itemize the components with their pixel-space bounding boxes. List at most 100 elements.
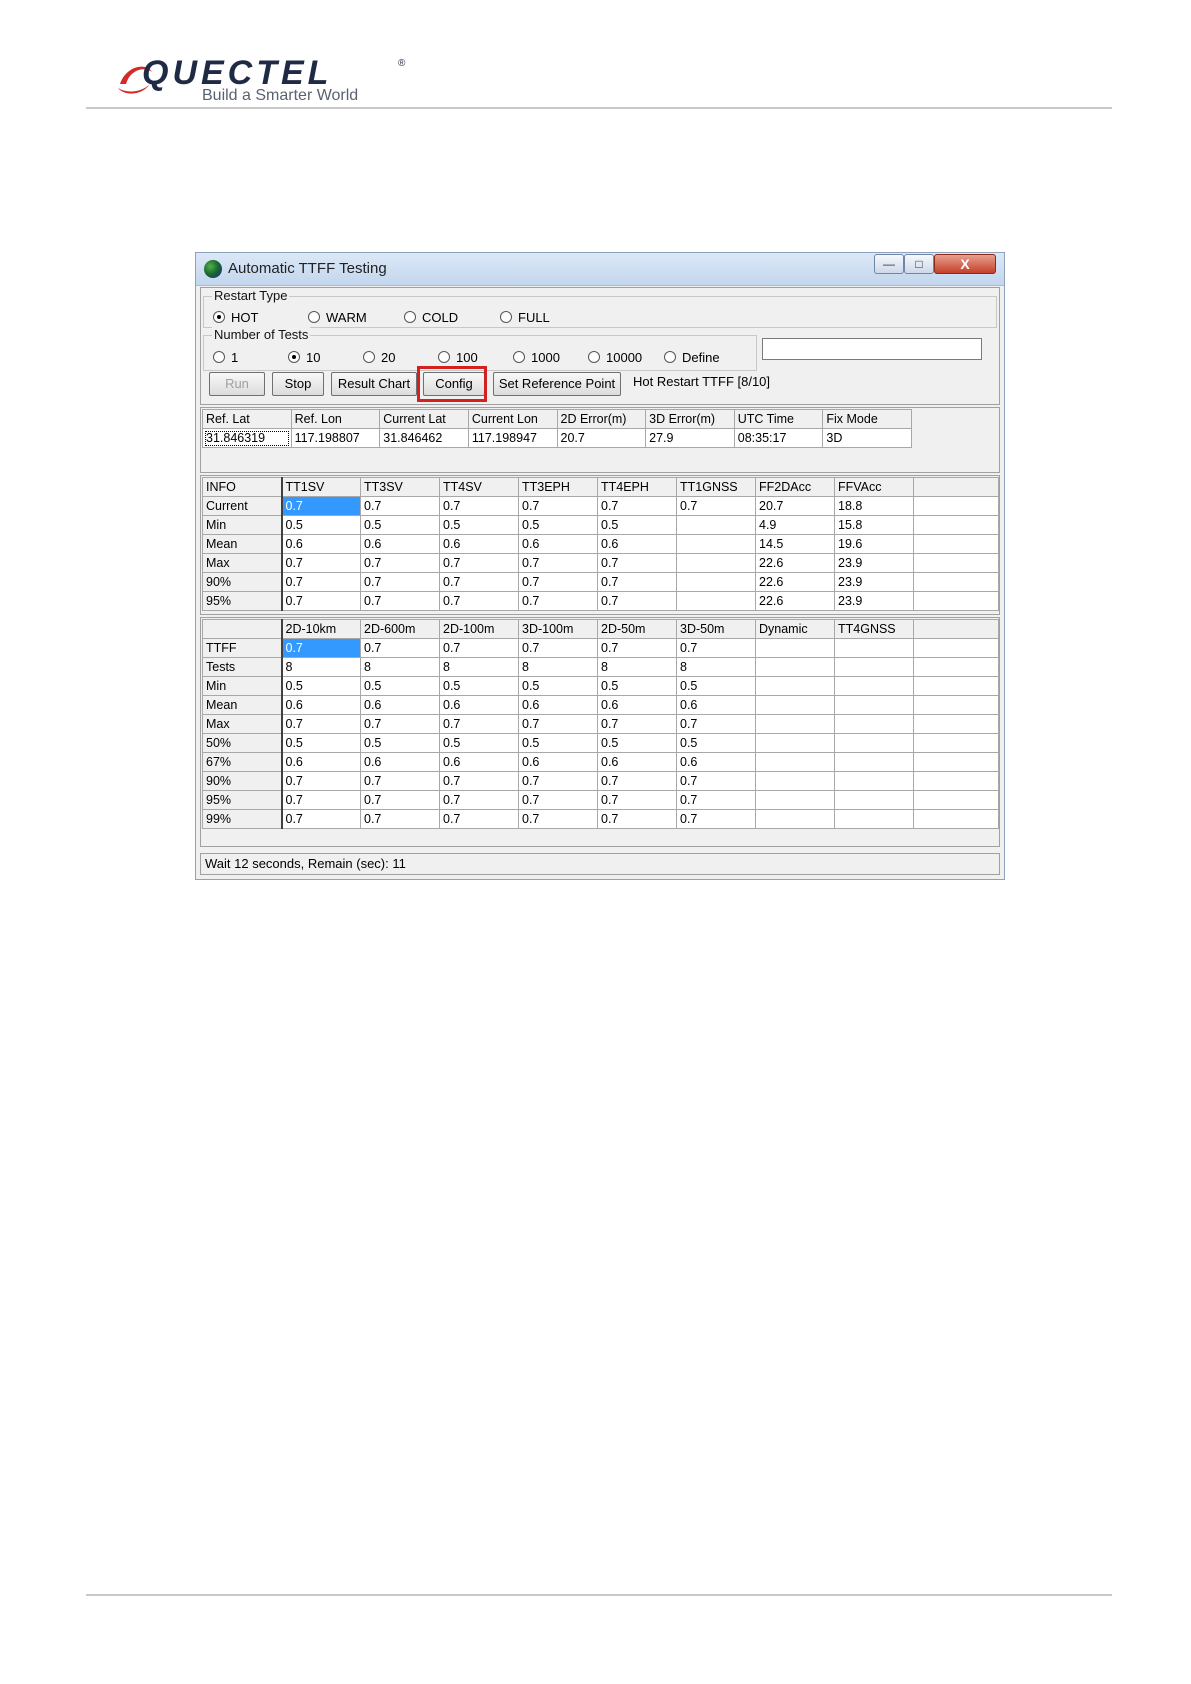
cell[interactable]: 19.6 [834,534,914,554]
cell[interactable] [834,790,914,810]
cell[interactable]: 0.7 [518,591,598,611]
cell[interactable] [913,714,999,734]
cell[interactable] [755,771,835,791]
cell[interactable]: 0.6 [360,695,440,715]
cell[interactable] [834,676,914,696]
cell[interactable]: 0.5 [439,515,519,535]
cell[interactable]: 8 [597,657,677,677]
table-row[interactable]: Min 0.5 0.5 0.5 0.5 0.5 0.5 [202,676,999,696]
cell[interactable]: 0.5 [676,733,756,753]
cell[interactable]: 20.7 [755,496,835,516]
cell[interactable]: 0.7 [360,591,440,611]
cell[interactable]: 23.9 [834,591,914,611]
radio-cold[interactable]: COLD [404,310,458,326]
cell[interactable]: 0.7 [360,771,440,791]
cell[interactable]: 0.7 [676,790,756,810]
cell[interactable]: 0.7 [597,714,677,734]
maximize-button[interactable]: □ [904,254,934,274]
cell[interactable]: 0.7 [281,714,361,734]
cell[interactable]: 0.7 [360,790,440,810]
cell[interactable]: 0.5 [518,515,598,535]
radio-hot[interactable]: HOT [213,310,258,326]
cell[interactable] [913,733,999,753]
cell[interactable]: 22.6 [755,553,835,573]
table-row[interactable]: 99% 0.7 0.7 0.7 0.7 0.7 0.7 [202,809,999,829]
cell[interactable] [913,515,999,535]
cell[interactable]: 0.7 [281,496,361,516]
radio-tests-100[interactable]: 100 [438,350,478,366]
cell[interactable]: 0.5 [360,676,440,696]
table-row[interactable]: Mean 0.6 0.6 0.6 0.6 0.6 14.5 19.6 [202,534,999,554]
cell[interactable]: 0.7 [439,638,519,658]
cell[interactable] [834,752,914,772]
cell[interactable]: 0.7 [518,496,598,516]
cell[interactable] [834,733,914,753]
table-row[interactable]: Mean 0.6 0.6 0.6 0.6 0.6 0.6 [202,695,999,715]
radio-tests-10000[interactable]: 10000 [588,350,642,366]
cell[interactable]: 0.7 [281,553,361,573]
cell[interactable]: 0.7 [360,553,440,573]
cell[interactable] [755,657,835,677]
cell[interactable]: 0.7 [439,790,519,810]
cell[interactable]: 0.6 [439,752,519,772]
cell[interactable]: 0.5 [597,676,677,696]
cell[interactable]: 8 [360,657,440,677]
cell[interactable]: 0.5 [439,733,519,753]
cell[interactable]: 0.7 [597,572,677,592]
cell[interactable] [913,591,999,611]
cell[interactable]: 0.7 [518,714,598,734]
cell[interactable]: 0.6 [281,534,361,554]
cell[interactable] [755,714,835,734]
cell[interactable]: 0.5 [597,733,677,753]
radio-tests-1[interactable]: 1 [213,350,238,366]
cell[interactable]: 0.7 [518,572,598,592]
cell[interactable]: 0.6 [439,695,519,715]
result-chart-button[interactable]: Result Chart [331,372,417,396]
cell[interactable]: 0.7 [597,638,677,658]
cell[interactable]: 0.5 [676,676,756,696]
cell[interactable]: 0.7 [597,771,677,791]
cell[interactable] [834,695,914,715]
close-button[interactable]: X [934,254,996,274]
cell[interactable]: 0.7 [439,771,519,791]
cell[interactable]: 0.7 [281,591,361,611]
cell[interactable]: 0.6 [597,534,677,554]
cell[interactable]: 0.7 [360,809,440,829]
table-row[interactable]: Min 0.5 0.5 0.5 0.5 0.5 4.9 15.8 [202,515,999,535]
set-reference-point-button[interactable]: Set Reference Point [493,372,621,396]
cell[interactable]: 0.7 [676,496,756,516]
radio-tests-define[interactable]: Define [664,350,720,366]
cell[interactable] [834,809,914,829]
cell[interactable] [755,752,835,772]
cell[interactable] [755,809,835,829]
cell[interactable]: 0.7 [597,591,677,611]
cell[interactable]: 08:35:17 [733,428,824,448]
cell[interactable]: 8 [676,657,756,677]
cell[interactable]: 0.7 [676,809,756,829]
cell[interactable]: 0.5 [360,515,440,535]
cell[interactable]: 14.5 [755,534,835,554]
cell[interactable] [755,695,835,715]
cell[interactable] [913,676,999,696]
cell[interactable]: 8 [439,657,519,677]
cell[interactable] [676,572,756,592]
cell[interactable]: 117.198807 [290,428,381,448]
cell[interactable] [755,733,835,753]
cell[interactable] [676,515,756,535]
cell[interactable]: 18.8 [834,496,914,516]
cell[interactable]: 0.7 [360,572,440,592]
cell[interactable]: 117.198947 [467,428,558,448]
cell[interactable] [834,714,914,734]
define-count-input[interactable] [762,338,982,360]
radio-tests-10[interactable]: 10 [288,350,320,366]
cell[interactable]: 20.7 [556,428,647,448]
position-data-row[interactable]: 31.846319 117.198807 31.846462 117.19894… [202,428,912,448]
cell[interactable]: 0.5 [439,676,519,696]
radio-tests-1000[interactable]: 1000 [513,350,560,366]
cell[interactable]: 0.7 [439,714,519,734]
cell[interactable]: 0.6 [439,534,519,554]
cell[interactable] [834,771,914,791]
cell[interactable]: 0.7 [439,809,519,829]
table-row[interactable]: Max 0.7 0.7 0.7 0.7 0.7 22.6 23.9 [202,553,999,573]
cell[interactable]: 0.7 [439,591,519,611]
